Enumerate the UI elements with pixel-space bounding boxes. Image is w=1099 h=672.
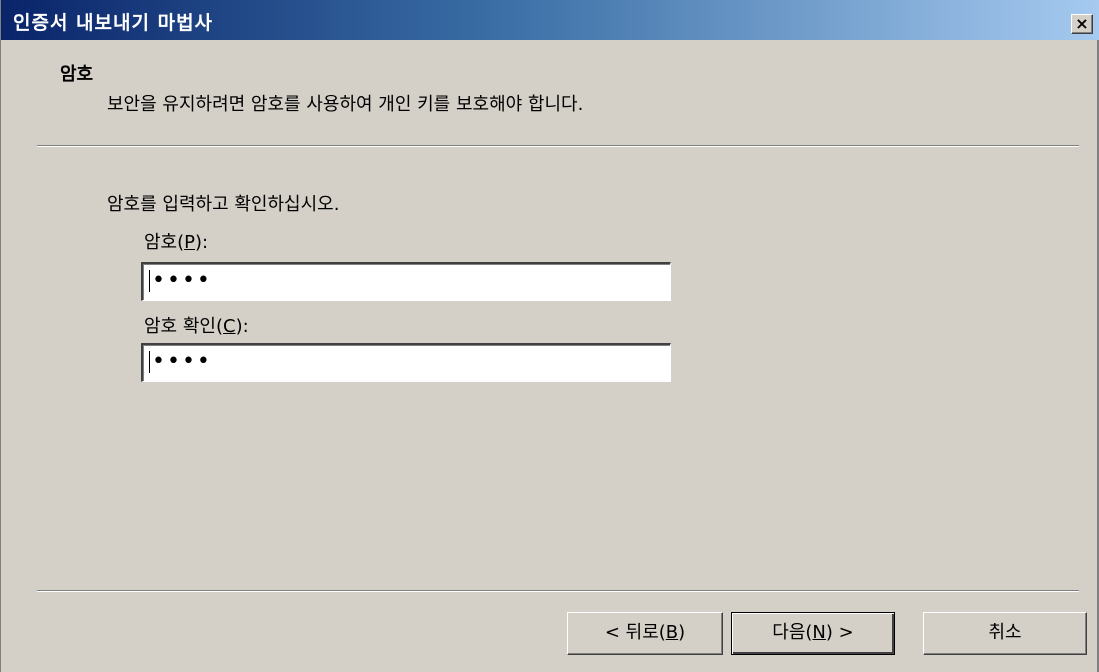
confirm-password-value: •••• [152, 349, 212, 374]
footer-divider [37, 590, 1079, 592]
password-accelerator: P [184, 232, 196, 253]
text-caret [149, 351, 150, 373]
next-button[interactable]: 다음(N) > [731, 612, 895, 655]
confirm-password-label: 암호 확인(C): [144, 316, 249, 337]
cancel-button[interactable]: 취소 [923, 612, 1087, 655]
title-bar[interactable]: 인증서 내보내기 마법사 × [1, 0, 1099, 40]
page-subtitle: 보안을 유지하려면 암호를 사용하여 개인 키를 보호해야 합니다. [107, 94, 584, 115]
instruction-text: 암호를 입력하고 확인하십시오. [107, 194, 340, 215]
header-divider [37, 145, 1079, 147]
close-icon: × [1075, 14, 1089, 33]
text-caret [149, 270, 150, 292]
password-label: 암호(P): [144, 232, 209, 253]
back-button[interactable]: < 뒤로(B) [567, 612, 723, 655]
window-title: 인증서 내보내기 마법사 [13, 12, 214, 34]
password-value: •••• [152, 268, 212, 293]
certificate-export-wizard-window: 인증서 내보내기 마법사 × 암호 보안을 유지하려면 암호를 사용하여 개인 … [0, 0, 1099, 672]
password-field[interactable]: •••• [141, 262, 671, 301]
page-title: 암호 [60, 64, 94, 85]
confirm-accelerator: C [222, 316, 236, 337]
close-button[interactable]: × [1071, 14, 1093, 34]
confirm-password-field[interactable]: •••• [141, 343, 671, 382]
